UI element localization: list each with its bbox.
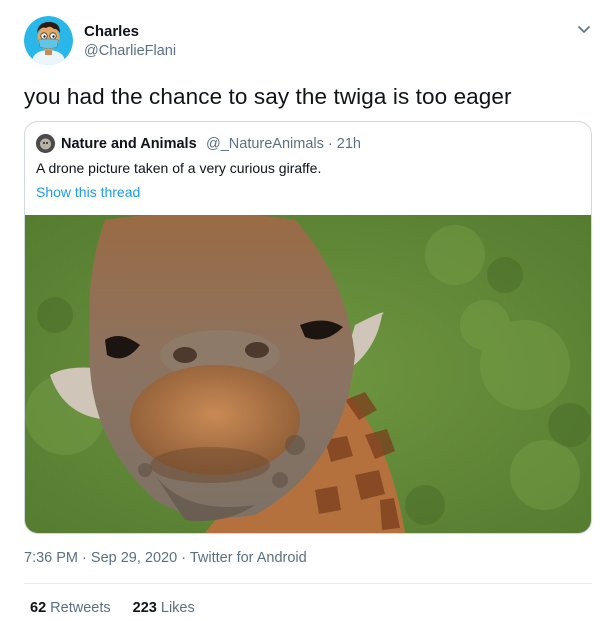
meta-separator-2: ·: [181, 550, 187, 566]
retweets-stat[interactable]: 62 Retweets: [30, 600, 111, 616]
avatar-icon: [24, 16, 73, 65]
quoted-timestamp[interactable]: 21h: [337, 136, 361, 152]
divider: [24, 583, 592, 584]
retweets-count: 62: [30, 600, 47, 616]
quoted-author-avatar[interactable]: [36, 134, 55, 153]
tweet-source[interactable]: Twitter for Android: [190, 550, 307, 566]
more-options-button[interactable]: [574, 22, 594, 38]
chevron-down-icon: [578, 26, 590, 33]
retweets-label: Retweets: [50, 600, 111, 616]
tweet-stats: 62 Retweets 223 Likes: [30, 600, 195, 616]
quoted-separator: ·: [327, 136, 333, 152]
quoted-handle[interactable]: @_NatureAnimals: [206, 136, 324, 152]
tweet-text: you had the chance to say the twiga is t…: [24, 84, 512, 109]
author-handle[interactable]: @CharlieFlani: [84, 43, 176, 59]
likes-stat[interactable]: 223 Likes: [133, 600, 195, 616]
quoted-handle-line: @_NatureAnimals · 21h: [206, 136, 361, 152]
meta-separator-1: ·: [82, 550, 87, 566]
quoted-text: A drone picture taken of a very curious …: [36, 160, 322, 176]
author-avatar[interactable]: [24, 16, 73, 65]
show-thread-link[interactable]: Show this thread: [36, 184, 140, 200]
tweet: Charles @CharlieFlani you had the chance…: [0, 0, 611, 621]
quoted-image-giraffe[interactable]: [25, 215, 591, 533]
giraffe-photo: [25, 215, 591, 533]
tweet-date[interactable]: Sep 29, 2020: [91, 550, 177, 566]
quoted-display-name[interactable]: Nature and Animals: [61, 136, 197, 152]
animal-avatar-icon: [36, 134, 55, 153]
likes-label: Likes: [160, 600, 195, 616]
likes-count: 223: [132, 600, 157, 616]
quoted-tweet[interactable]: Nature and Animals @_NatureAnimals · 21h…: [24, 121, 592, 534]
author-display-name[interactable]: Charles: [84, 23, 139, 40]
tweet-time[interactable]: 7:36 PM: [24, 550, 78, 566]
tweet-meta: 7:36 PM · Sep 29, 2020 · Twitter for And…: [24, 550, 307, 566]
